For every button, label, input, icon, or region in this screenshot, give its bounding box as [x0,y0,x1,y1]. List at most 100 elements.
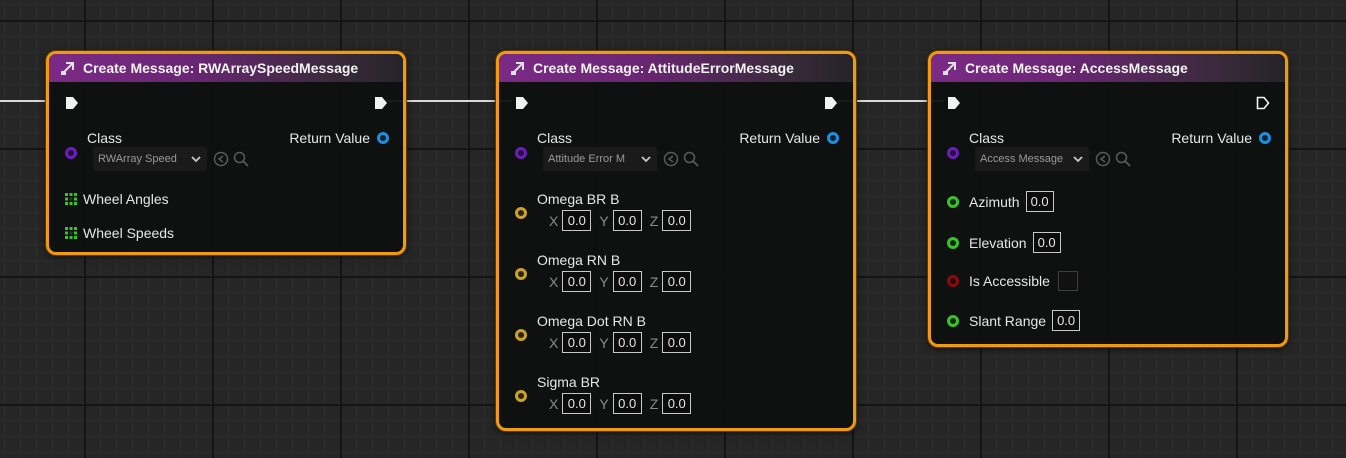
vector-y-input[interactable]: 0.0 [612,332,642,353]
vector-z-input[interactable]: 0.0 [662,332,692,353]
function-icon [943,62,956,75]
input-row-wheel-speeds: Wheel Speeds [65,225,174,241]
exec-in-icon[interactable] [65,96,79,110]
node-title: Create Message: AccessMessage [965,60,1188,76]
return-value-label: Return Value [739,130,820,146]
use-selected-icon[interactable] [663,151,679,167]
node-header[interactable]: Create Message: AttitudeErrorMessage [499,54,853,82]
float-pin[interactable] [947,314,959,327]
class-dropdown[interactable]: Attitude Error M [543,147,657,171]
vector-z-input[interactable]: 0.0 [662,271,692,292]
vector-y-input[interactable]: 0.0 [612,210,642,231]
vector-x-input[interactable]: 0.0 [562,271,592,292]
exec-out-unconnected-icon[interactable] [1256,96,1270,110]
vector-pin[interactable] [515,390,527,402]
vector-pin-wrap [515,268,527,280]
axis-x-label: X [549,273,559,290]
field-row-is-accessible: Is Accessible [947,271,1078,291]
axis-x-label: X [549,212,559,229]
search-icon[interactable] [233,151,249,167]
axis-z-label: Z [649,212,659,229]
return-value-row: Return Value [1171,130,1271,146]
return-value-pin[interactable] [377,132,389,144]
array-pin-icon[interactable] [65,193,77,205]
vector-y-input[interactable]: 0.0 [612,393,642,414]
vector-pin[interactable] [515,207,527,219]
array-pin-icon[interactable] [65,227,77,239]
vector-fields: X 0.0 Y 0.0 Z 0.0 [549,271,699,292]
class-pin[interactable] [947,147,959,159]
vector-z-input[interactable]: 0.0 [662,393,692,414]
class-pin[interactable] [515,147,527,159]
vector-row-omega-dot-rn-b: Omega Dot RN B [537,313,646,329]
exec-in-icon[interactable] [515,96,529,110]
search-icon[interactable] [1115,151,1131,167]
search-icon[interactable] [683,151,699,167]
return-value-row: Return Value [289,130,389,146]
axis-y-label: Y [599,395,609,412]
input-label: Wheel Angles [83,191,169,207]
vector-fields: X 0.0 Y 0.0 Z 0.0 [549,393,699,414]
class-pin-row: Class [969,130,1004,146]
class-pin-wrap [947,147,959,159]
class-dropdown[interactable]: Access Message [975,147,1089,171]
vector-x-input[interactable]: 0.0 [562,393,592,414]
class-label: Class [537,130,573,146]
function-icon [61,62,74,75]
axis-x-label: X [549,334,559,351]
axis-y-label: Y [599,273,609,290]
slant-range-input[interactable]: 0.0 [1052,310,1081,331]
float-pin[interactable] [947,195,959,208]
field-label: Is Accessible [969,273,1050,289]
node-title: Create Message: AttitudeErrorMessage [533,60,794,76]
node-header[interactable]: Create Message: RWArraySpeedMessage [49,54,403,82]
float-pin[interactable] [947,236,959,249]
field-label: Slant Range [969,312,1047,329]
vector-z-input[interactable]: 0.0 [662,210,692,231]
field-label: Elevation [969,234,1027,251]
vector-label: Omega BR B [537,191,620,207]
bool-pin[interactable] [947,275,959,287]
vector-pin[interactable] [515,268,527,280]
return-value-pin[interactable] [827,132,839,144]
chevron-down-icon [641,156,651,163]
input-label: Wheel Speeds [83,225,175,241]
class-pin-wrap [65,147,77,159]
vector-fields: X 0.0 Y 0.0 Z 0.0 [549,210,699,231]
axis-y-label: Y [599,334,609,351]
exec-out-icon[interactable] [824,96,838,110]
class-pin-wrap [515,147,527,159]
exec-in-icon[interactable] [947,96,961,110]
axis-z-label: Z [649,273,659,290]
node-header[interactable]: Create Message: AccessMessage [931,54,1285,82]
return-value-pin[interactable] [1259,132,1271,144]
elevation-input[interactable]: 0.0 [1032,232,1061,253]
class-dropdown-value: RWArray Speed [98,153,177,165]
chevron-down-icon [1073,156,1083,163]
use-selected-icon[interactable] [1095,151,1111,167]
class-dropdown-value: Attitude Error M [548,153,626,165]
return-value-row: Return Value [739,130,839,146]
class-dropdown-value: Access Message [980,153,1064,165]
class-pin-row: Class [537,130,572,146]
node-rwarray-speed-message[interactable]: Create Message: RWArraySpeedMessage Clas… [46,51,406,255]
exec-wire-left[interactable] [0,100,50,102]
return-value-label: Return Value [1171,130,1252,146]
vector-x-input[interactable]: 0.0 [562,210,592,231]
vector-x-input[interactable]: 0.0 [562,332,592,353]
class-dropdown[interactable]: RWArray Speed [93,147,207,171]
node-attitude-error-message[interactable]: Create Message: AttitudeErrorMessage Cla… [496,51,856,431]
vector-row-sigma-br: Sigma BR [537,374,600,390]
class-pin[interactable] [65,147,77,159]
axis-z-label: Z [649,334,659,351]
use-selected-icon[interactable] [213,151,229,167]
return-value-label: Return Value [289,130,370,146]
node-access-message[interactable]: Create Message: AccessMessage Class Acce… [928,51,1288,347]
azimuth-input[interactable]: 0.0 [1025,191,1054,212]
is-accessible-checkbox[interactable] [1057,271,1078,291]
vector-y-input[interactable]: 0.0 [612,271,642,292]
vector-pin[interactable] [515,329,527,341]
field-label: Azimuth [969,193,1020,210]
field-row-azimuth: Azimuth 0.0 [947,191,1054,212]
exec-out-icon[interactable] [374,96,388,110]
